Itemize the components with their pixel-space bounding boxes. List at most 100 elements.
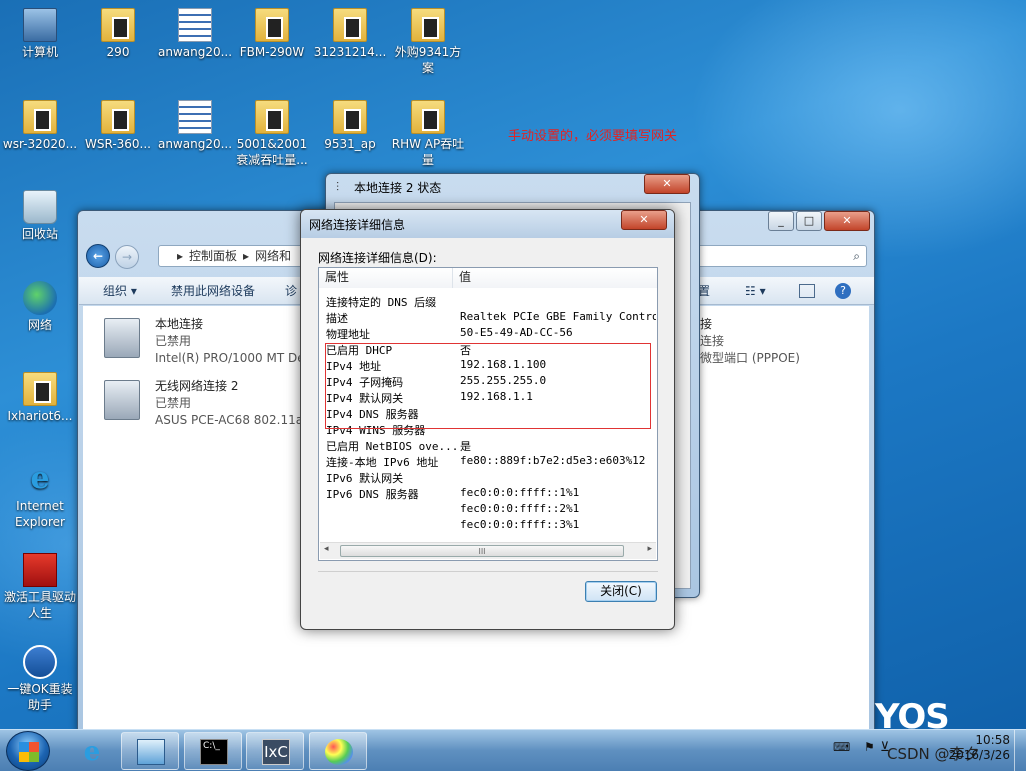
details-row[interactable]: 物理地址 50-E5-49-AD-CC-56 bbox=[319, 326, 657, 342]
scroll-right-icon[interactable]: ▸ bbox=[647, 544, 652, 554]
details-row-value: fec0:0:0:ffff::2%1 bbox=[460, 502, 580, 515]
details-row[interactable]: IPv6 DNS 服务器 fec0:0:0:ffff::1%1 bbox=[319, 486, 657, 502]
taskbar: e C:\_ IxC ⌨ ⚑ ⊻ CSDN @李夕 10:58 2016/3/2… bbox=[0, 729, 1026, 771]
preview-pane-icon[interactable] bbox=[799, 284, 815, 298]
taskbar-ixc[interactable]: IxC bbox=[246, 732, 304, 770]
column-header-property[interactable]: 属性 bbox=[319, 268, 453, 288]
desktop-icon-recycle[interactable]: 回收站 bbox=[2, 190, 78, 242]
icon-label: Ixhariot6... bbox=[7, 409, 73, 423]
dialog-close-icon[interactable]: ✕ bbox=[621, 210, 667, 230]
desktop-icon-290[interactable]: 290 bbox=[80, 8, 156, 60]
desktop-icon-computer[interactable]: 计算机 bbox=[2, 8, 78, 60]
icon-label: 290 bbox=[106, 45, 130, 59]
details-row[interactable]: 连接特定的 DNS 后缀 bbox=[319, 294, 657, 310]
details-dialog: 网络连接详细信息 ✕ 网络连接详细信息(D): 属性 值 连接特定的 DNS 后… bbox=[300, 209, 675, 630]
help-icon[interactable]: ? bbox=[835, 283, 851, 299]
details-list[interactable]: 属性 值 连接特定的 DNS 后缀 描述 Realtek PCIe GBE Fami… bbox=[318, 267, 658, 561]
breadcrumb-control-panel[interactable]: 控制面板 bbox=[189, 249, 237, 263]
desktop-icon-anwang1[interactable]: anwang20... bbox=[157, 8, 233, 60]
desktop-icon-network[interactable]: 网络 bbox=[2, 281, 78, 333]
connection-name: 本地连接 bbox=[155, 317, 204, 331]
desktop-icon-ixchariot[interactable]: Ixhariot6... bbox=[2, 372, 78, 424]
chevron-right-icon: ▸ bbox=[243, 249, 250, 263]
connection-wireless[interactable]: 无线网络连接 2 已禁用 ASUS PCE-AC68 802.11ac bbox=[155, 378, 310, 429]
view-options-icon[interactable]: ☷ ▾ bbox=[745, 277, 766, 305]
taskbar-ie[interactable]: e bbox=[62, 732, 120, 770]
details-row[interactable]: fec0:0:0:ffff::3%1 bbox=[319, 518, 657, 534]
horizontal-scrollbar[interactable]: ◂ III ▸ bbox=[320, 542, 656, 559]
scroll-left-icon[interactable]: ◂ bbox=[324, 544, 329, 554]
address-bar[interactable]: ▸ 控制面板 ▸ 网络和 bbox=[158, 245, 304, 267]
details-row[interactable]: fec0:0:0:ffff::2%1 bbox=[319, 502, 657, 518]
details-row-value: fec0:0:0:ffff::1%1 bbox=[460, 486, 580, 499]
scroll-thumb[interactable]: III bbox=[340, 545, 624, 557]
taskbar-cmd[interactable]: C:\_ bbox=[184, 732, 242, 770]
terminal-icon: C:\_ bbox=[200, 739, 228, 765]
taskbar-control-panel[interactable] bbox=[121, 732, 179, 770]
details-row-property: 连接-本地 IPv6 地址 bbox=[326, 456, 439, 469]
details-row[interactable]: 描述 Realtek PCIe GBE Family Controlle bbox=[319, 310, 657, 326]
details-row[interactable]: 已启用 NetBIOS ove... 是 bbox=[319, 438, 657, 454]
organize-button[interactable]: 组织 ▾ bbox=[103, 277, 137, 305]
taskbar-paint[interactable] bbox=[309, 732, 367, 770]
clock-time: 10:58 bbox=[975, 733, 1010, 747]
network-status-icon: ⫶ bbox=[336, 180, 340, 194]
icon-label: Internet Explorer bbox=[15, 499, 65, 529]
connection-pppoe[interactable]: 接 连接 微型端口 (PPPOE) bbox=[700, 316, 800, 367]
back-button[interactable]: ← bbox=[86, 244, 110, 268]
desktop-icon-wsr3202[interactable]: wsr-32020... bbox=[2, 100, 78, 152]
show-desktop-button[interactable] bbox=[1014, 730, 1026, 771]
diagnose-button[interactable]: 诊 bbox=[285, 277, 297, 305]
system-clock[interactable]: 10:58 2016/3/26 bbox=[940, 733, 1010, 763]
control-panel-icon bbox=[137, 739, 165, 765]
status-window-title: 本地连接 2 状态 bbox=[354, 181, 442, 195]
start-button[interactable] bbox=[6, 731, 50, 771]
desktop-icon-9341[interactable]: 外购9341方案 bbox=[390, 8, 466, 76]
details-row-value: 是 bbox=[460, 440, 471, 453]
desktop-icon-5001[interactable]: 5001&2001衰减吞吐量... bbox=[234, 100, 310, 168]
desktop-icon-fbm[interactable]: FBM-290W bbox=[234, 8, 310, 60]
details-row-value: fe80::889f:b7e2:d5e3:e603%12 bbox=[460, 454, 646, 467]
ie-icon: e bbox=[83, 737, 101, 767]
forward-button[interactable]: → bbox=[115, 245, 139, 269]
details-row[interactable]: 连接-本地 IPv6 地址 fe80::889f:b7e2:d5e3:e603%1… bbox=[319, 454, 657, 470]
connection-local[interactable]: 本地连接 已禁用 Intel(R) PRO/1000 MT De bbox=[155, 316, 305, 367]
desktop-icon-driver[interactable]: 激活工具驱动人生 bbox=[2, 553, 78, 621]
folder-icon bbox=[411, 100, 445, 134]
connection-name: 接 bbox=[700, 317, 713, 331]
icon-label: 31231214... bbox=[313, 45, 387, 59]
breadcrumb-network[interactable]: 网络和 bbox=[255, 249, 291, 263]
icon-label: 回收站 bbox=[21, 227, 58, 241]
desktop-icon-anwang2[interactable]: anwang20... bbox=[157, 100, 233, 152]
details-row[interactable]: IPv6 默认网关 bbox=[319, 470, 657, 486]
close-button[interactable]: 关闭(C) bbox=[585, 581, 657, 602]
network-adapter-icon bbox=[104, 318, 140, 358]
desktop-icon-wsr360[interactable]: WSR-360... bbox=[80, 100, 156, 152]
keyboard-icon[interactable]: ⌨ bbox=[833, 740, 850, 754]
recycle-bin-icon bbox=[23, 190, 57, 224]
details-row-value: 50-E5-49-AD-CC-56 bbox=[460, 326, 573, 339]
desktop-icon-9531[interactable]: 9531_ap bbox=[312, 100, 388, 152]
folder-icon bbox=[23, 372, 57, 406]
folder-icon bbox=[333, 100, 367, 134]
document-icon bbox=[178, 100, 212, 134]
icon-label: 计算机 bbox=[21, 45, 58, 59]
details-row-property: IPv6 DNS 服务器 bbox=[326, 488, 419, 501]
wallpaper-logo: YOS bbox=[875, 697, 950, 729]
connection-adapter: 微型端口 (PPPOE) bbox=[700, 351, 800, 365]
status-close-button[interactable]: ✕ bbox=[644, 174, 690, 194]
details-row-value: fec0:0:0:ffff::3%1 bbox=[460, 518, 580, 531]
desktop-icon-rhw[interactable]: RHW AP吞吐量 bbox=[390, 100, 466, 168]
maximize-button[interactable]: □ bbox=[796, 211, 822, 231]
minimize-button[interactable]: _ bbox=[768, 211, 794, 231]
action-center-icon[interactable]: ⚑ bbox=[864, 740, 875, 754]
search-input[interactable]: 接⌕ bbox=[675, 245, 867, 267]
column-header-value[interactable]: 值 bbox=[453, 268, 657, 288]
icon-label: RHW AP吞吐量 bbox=[391, 137, 465, 167]
desktop-icon-ie[interactable]: e Internet Explorer bbox=[2, 462, 78, 530]
desktop-icon-onekey[interactable]: 一键OK重装助手 bbox=[2, 645, 78, 713]
command-bar: 组织 ▾ 禁用此网络设备 诊 bbox=[79, 277, 301, 305]
close-button[interactable]: ✕ bbox=[824, 211, 870, 231]
desktop-icon-3123[interactable]: 31231214... bbox=[312, 8, 388, 60]
disable-device-button[interactable]: 禁用此网络设备 bbox=[171, 277, 255, 305]
